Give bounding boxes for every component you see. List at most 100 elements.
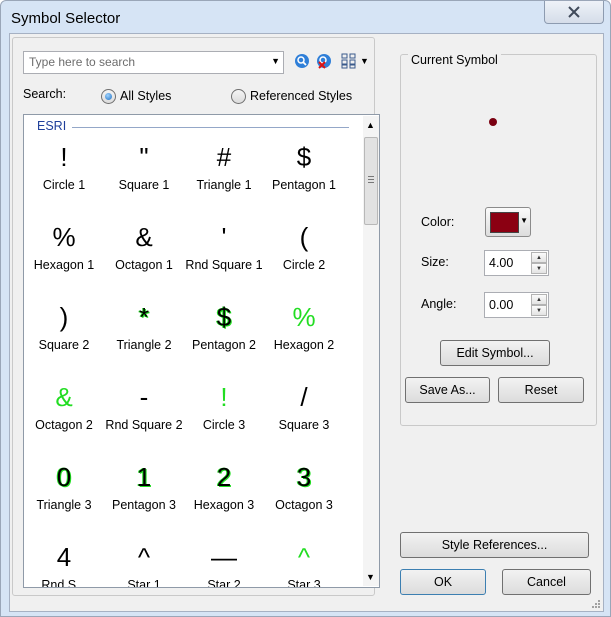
symbol-glyph-text: 2: [216, 462, 232, 492]
scroll-up-icon[interactable]: ▲: [366, 120, 375, 130]
symbol-cell[interactable]: & Octagon 2: [24, 375, 104, 455]
symbol-glyph-text: 1: [136, 462, 152, 492]
symbol-cell[interactable]: 3 Octagon 3: [264, 455, 344, 535]
referenced-styles-radio[interactable]: [231, 89, 246, 104]
angle-label: Angle:: [421, 297, 457, 311]
color-picker-button[interactable]: ▼: [485, 207, 531, 237]
reset-button[interactable]: Reset: [498, 377, 584, 403]
symbol-glyph: %: [24, 219, 104, 255]
symbol-glyph-text: 4: [56, 542, 72, 572]
symbol-glyph-text: ^: [137, 542, 151, 572]
search-dropdown-arrow-icon[interactable]: ▼: [271, 56, 280, 66]
size-value[interactable]: 4.00: [489, 256, 513, 270]
symbol-glyph-text: ): [59, 302, 69, 332]
size-spinner[interactable]: 4.00 ▲ ▼: [484, 250, 549, 276]
symbol-glyph-text: %: [52, 222, 76, 252]
symbol-name: Square 3: [278, 418, 330, 432]
symbol-glyph: 1: [104, 459, 184, 495]
ok-button[interactable]: OK: [400, 569, 486, 595]
symbol-cell[interactable]: # Triangle 1: [184, 135, 264, 215]
scroll-down-icon[interactable]: ▼: [366, 572, 375, 582]
size-down-icon[interactable]: ▼: [531, 263, 547, 274]
symbol-cell[interactable]: ^ Star 3: [264, 535, 344, 587]
search-label: Search:: [23, 87, 67, 101]
symbol-glyph-text: 0: [56, 462, 72, 492]
symbol-glyph: (: [264, 219, 344, 255]
symbol-cell[interactable]: ( Circle 2: [264, 215, 344, 295]
symbol-cell[interactable]: & Octagon 1: [104, 215, 184, 295]
symbol-glyph: 0: [24, 459, 104, 495]
symbol-cell[interactable]: $ Pentagon 2: [184, 295, 264, 375]
symbol-glyph: ^: [264, 539, 344, 575]
symbol-gallery[interactable]: ESRI ! Circle 1 " Square 1 # Triangle 1 $ Penta…: [23, 114, 380, 588]
symbol-glyph: ): [24, 299, 104, 335]
symbol-glyph: #: [184, 139, 264, 175]
symbol-glyph: —: [184, 539, 264, 575]
symbol-name: Square 2: [38, 338, 90, 352]
symbol-name: Pentagon 2: [192, 338, 256, 352]
color-dropdown-arrow-icon: ▼: [520, 216, 528, 225]
resize-grip-icon[interactable]: [591, 599, 601, 609]
clear-search-button[interactable]: [315, 52, 333, 70]
edit-symbol-button[interactable]: Edit Symbol...: [440, 340, 550, 366]
symbol-cell[interactable]: - Rnd Square 2: [104, 375, 184, 455]
symbol-glyph: /: [264, 379, 344, 415]
symbol-cell[interactable]: ^ Star 1: [104, 535, 184, 587]
symbol-glyph: 4: [24, 539, 104, 575]
symbol-cell[interactable]: ' Rnd Square 1: [184, 215, 264, 295]
scroll-thumb[interactable]: [364, 137, 378, 225]
symbol-glyph: $: [184, 299, 264, 335]
angle-value[interactable]: 0.00: [489, 298, 513, 312]
angle-down-icon[interactable]: ▼: [531, 305, 547, 316]
symbol-cell[interactable]: 1 Pentagon 3: [104, 455, 184, 535]
symbol-glyph-text: %: [292, 302, 316, 332]
symbol-cell[interactable]: $ Pentagon 1: [264, 135, 344, 215]
save-as-button[interactable]: Save As...: [405, 377, 490, 403]
size-up-icon[interactable]: ▲: [531, 252, 547, 263]
search-button[interactable]: [293, 52, 311, 70]
symbol-glyph: !: [184, 379, 264, 415]
close-button[interactable]: [544, 1, 604, 24]
symbol-cell[interactable]: ! Circle 3: [184, 375, 264, 455]
symbol-cell[interactable]: % Hexagon 2: [264, 295, 344, 375]
symbol-name: Rnd Square 2: [105, 418, 183, 432]
symbol-preview: [489, 118, 497, 126]
style-references-button[interactable]: Style References...: [400, 532, 589, 558]
color-label: Color:: [421, 215, 455, 229]
symbol-name: Rnd S...: [41, 578, 87, 588]
view-dropdown-arrow-icon: ▼: [360, 56, 369, 66]
cancel-button[interactable]: Cancel: [502, 569, 591, 595]
view-options-button[interactable]: ▼: [339, 52, 371, 70]
symbol-cell[interactable]: ! Circle 1: [24, 135, 104, 215]
symbol-glyph: ^: [104, 539, 184, 575]
symbol-cell[interactable]: 2 Hexagon 3: [184, 455, 264, 535]
symbol-cell[interactable]: * Triangle 2: [104, 295, 184, 375]
symbol-name: Circle 2: [282, 258, 326, 272]
symbol-cell[interactable]: 0 Triangle 3: [24, 455, 104, 535]
symbol-cell[interactable]: — Star 2: [184, 535, 264, 588]
referenced-styles-label[interactable]: Referenced Styles: [250, 89, 352, 103]
symbol-glyph: !: [24, 139, 104, 175]
angle-spinner[interactable]: 0.00 ▲ ▼: [484, 292, 549, 318]
title-bar[interactable]: Symbol Selector: [1, 1, 610, 33]
symbol-cell[interactable]: 4 Rnd S...: [24, 535, 104, 588]
symbol-cell[interactable]: % Hexagon 1: [24, 215, 104, 295]
gallery-scrollbar[interactable]: ▲ ▼: [363, 116, 379, 586]
gallery-group-divider: [72, 127, 349, 128]
symbol-name: Triangle 2: [116, 338, 172, 352]
symbol-glyph-text: !: [220, 382, 228, 412]
all-styles-label[interactable]: All Styles: [120, 89, 171, 103]
symbol-glyph-text: $: [296, 142, 312, 172]
symbol-name: Star 2: [207, 578, 241, 588]
symbol-glyph-text: /: [300, 382, 308, 412]
symbol-cell[interactable]: " Square 1: [104, 135, 184, 215]
symbol-name: Octagon 2: [35, 418, 93, 432]
angle-up-icon[interactable]: ▲: [531, 294, 547, 305]
symbol-glyph: &: [104, 219, 184, 255]
all-styles-radio[interactable]: [101, 89, 116, 104]
symbol-name: Pentagon 1: [272, 178, 336, 192]
color-swatch: [490, 212, 519, 233]
search-input[interactable]: Type here to search ▼: [23, 51, 284, 74]
symbol-cell[interactable]: / Square 3: [264, 375, 344, 455]
symbol-cell[interactable]: ) Square 2: [24, 295, 104, 375]
